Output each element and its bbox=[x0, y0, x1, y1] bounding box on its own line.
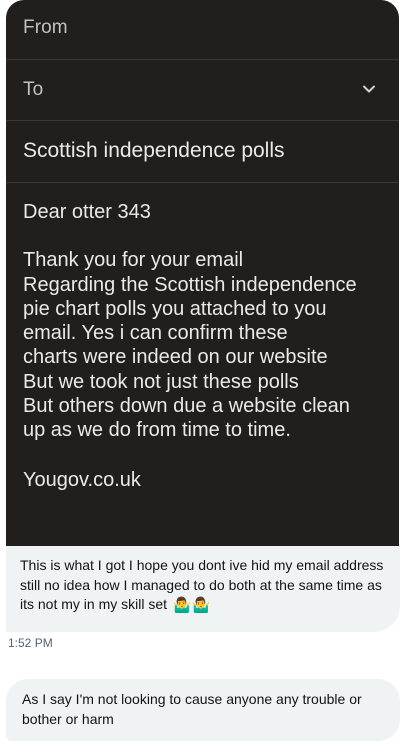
from-label: From bbox=[23, 17, 68, 38]
email-body-text: Thank you for your email Regarding the S… bbox=[23, 248, 387, 442]
body-line: But we took not just these polls bbox=[23, 370, 299, 393]
body-line: pie chart polls you attached to you bbox=[23, 297, 327, 320]
message-bubble[interactable]: As I say I'm not looking to cause anyone… bbox=[6, 679, 400, 741]
to-label: To bbox=[23, 79, 44, 100]
body-line: But others down due a website clean bbox=[23, 395, 350, 418]
message-text: As I say I'm not looking to cause anyone… bbox=[22, 691, 362, 727]
body-line: Thank you for your email bbox=[23, 249, 244, 272]
body-line: charts were indeed on our website bbox=[23, 346, 328, 369]
email-greeting: Dear otter 343 bbox=[23, 201, 151, 223]
email-signature: Yougov.co.uk bbox=[23, 468, 141, 491]
to-field: To bbox=[6, 60, 399, 121]
email-screenshot-image: From To Scottish independence polls Dear… bbox=[6, 0, 399, 546]
message-timestamp: 1:52 PM bbox=[8, 636, 53, 650]
subject-field: Scottish independence polls bbox=[6, 121, 399, 183]
message-bubble[interactable]: This is what I got I hope you dont ive h… bbox=[6, 546, 400, 632]
from-field: From bbox=[6, 0, 399, 60]
body-line: email. Yes i can confirm these bbox=[23, 322, 288, 345]
email-body: Dear otter 343 Thank you for your email … bbox=[6, 183, 399, 546]
shrug-emoji-icon: 🤷‍♂️🤷‍♂️ bbox=[172, 597, 211, 614]
body-line: Regarding the Scottish independence bbox=[23, 273, 357, 296]
body-line: up as we do from time to time. bbox=[23, 419, 291, 442]
subject-text: Scottish independence polls bbox=[23, 139, 285, 162]
chevron-down-icon bbox=[363, 85, 375, 93]
